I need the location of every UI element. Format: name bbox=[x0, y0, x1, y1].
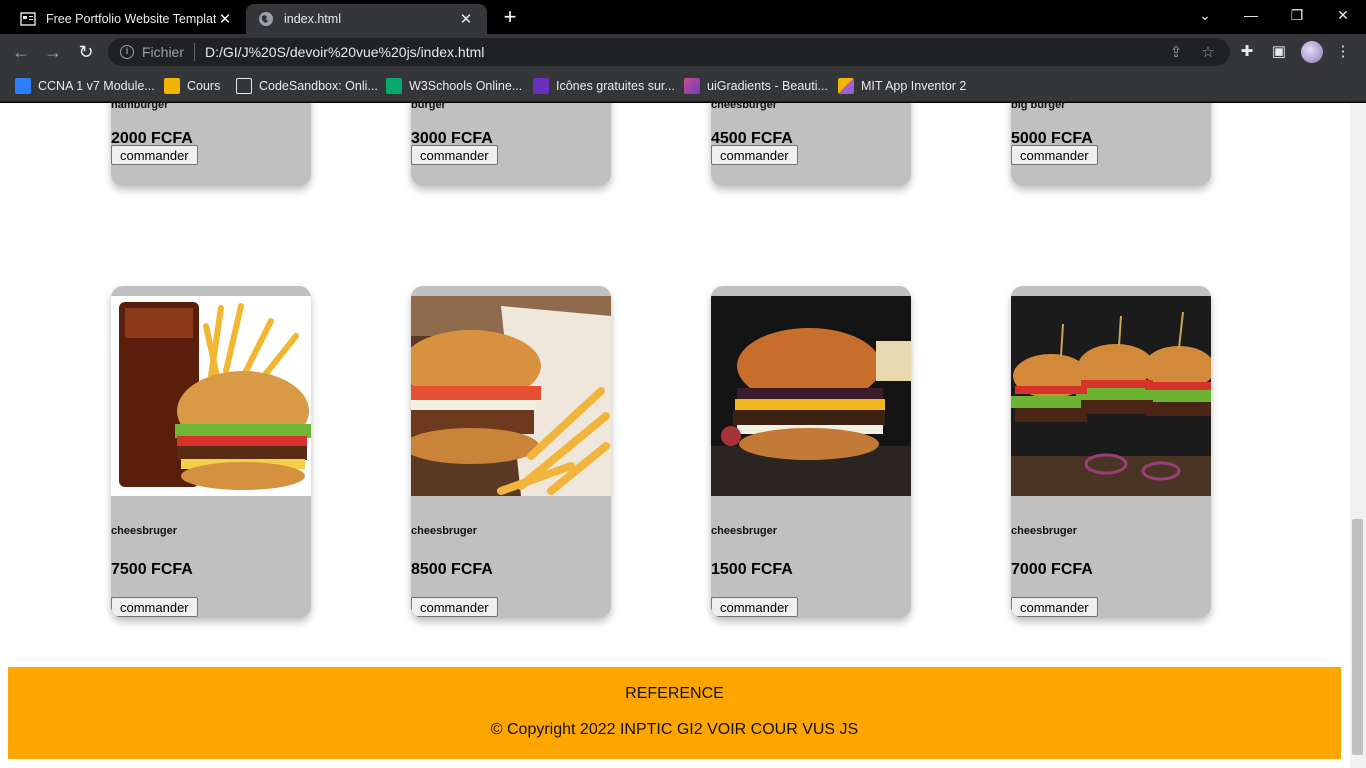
tab-index-html[interactable]: index.html ✕ bbox=[246, 4, 487, 34]
bookmark-mit-app-inventor[interactable]: MIT App Inventor 2 bbox=[838, 76, 966, 96]
bookmark-label: Icônes gratuites sur... bbox=[556, 79, 675, 93]
product-image bbox=[711, 296, 911, 496]
product-card: burger 3000 FCFA commander bbox=[411, 103, 611, 186]
product-name: big burger bbox=[1011, 103, 1066, 111]
tab-title: Free Portfolio Website Templates bbox=[46, 12, 216, 26]
globe-icon bbox=[258, 11, 274, 27]
product-name: cheesbruger bbox=[1011, 525, 1078, 537]
product-name: cheesbruger bbox=[411, 525, 478, 537]
product-price: 8500 FCFA bbox=[411, 561, 493, 578]
address-bar[interactable]: i Fichier D:/GI/J%20S/devoir%20vue%20js/… bbox=[108, 38, 1230, 66]
product-name: cheesburger bbox=[711, 103, 778, 111]
product-name: burger bbox=[411, 103, 446, 111]
bookmark-cours[interactable]: Cours bbox=[164, 76, 220, 96]
bookmark-label: CodeSandbox: Onli... bbox=[259, 79, 378, 93]
product-card: cheesbruger 1500 FCFA commander bbox=[711, 286, 911, 618]
commander-button[interactable]: commander bbox=[711, 145, 798, 165]
product-name: cheesbruger bbox=[111, 525, 178, 537]
page-icon bbox=[20, 11, 36, 27]
minimize-button[interactable]: — bbox=[1228, 0, 1274, 30]
product-price: 7000 FCFA bbox=[1011, 561, 1093, 578]
tab-title: index.html bbox=[284, 12, 341, 26]
close-window-button[interactable]: ✕ bbox=[1320, 0, 1366, 30]
page-footer: REFERENCE © Copyright 2022 INPTIC GI2 VO… bbox=[8, 667, 1341, 759]
bookmark-uigradients[interactable]: uiGradients - Beauti... bbox=[684, 76, 828, 96]
bookmark-icon bbox=[838, 78, 854, 94]
back-icon[interactable]: ← bbox=[8, 40, 34, 64]
commander-button[interactable]: commander bbox=[411, 597, 498, 617]
bookmark-icon bbox=[15, 78, 31, 94]
product-image bbox=[411, 296, 611, 496]
commander-button[interactable]: commander bbox=[711, 597, 798, 617]
new-tab-button[interactable]: + bbox=[497, 5, 523, 31]
commander-button[interactable]: commander bbox=[111, 597, 198, 617]
product-card: cheesbruger 8500 FCFA commander bbox=[411, 286, 611, 618]
bookmark-star-icon[interactable]: ☆ bbox=[1198, 43, 1218, 61]
product-name: cheesbruger bbox=[711, 525, 778, 537]
page-scrollbar[interactable] bbox=[1350, 103, 1366, 768]
product-image bbox=[1011, 296, 1211, 496]
bookmark-label: uiGradients - Beauti... bbox=[707, 79, 828, 93]
close-tab-icon[interactable]: ✕ bbox=[457, 10, 475, 28]
product-name: hamburger bbox=[111, 103, 169, 111]
commander-button[interactable]: commander bbox=[1011, 145, 1098, 165]
bookmarks-bar: CCNA 1 v7 Module... Cours CodeSandbox: O… bbox=[0, 70, 1366, 102]
product-card: cheesbruger 7000 FCFA commander bbox=[1011, 286, 1211, 618]
forward-icon[interactable]: → bbox=[40, 40, 66, 64]
menu-icon[interactable]: ⋮ bbox=[1333, 42, 1353, 62]
bookmark-icon bbox=[533, 78, 549, 94]
page-viewport: hamburger 2000 FCFA commander burger 300… bbox=[0, 103, 1350, 768]
commander-button[interactable]: commander bbox=[411, 145, 498, 165]
browser-toolbar: ← → ↻ i Fichier D:/GI/J%20S/devoir%20vue… bbox=[0, 34, 1366, 70]
bookmark-label: W3Schools Online... bbox=[409, 79, 523, 93]
product-price: 1500 FCFA bbox=[711, 561, 793, 578]
footer-reference: REFERENCE bbox=[625, 685, 724, 702]
bookmark-icon bbox=[164, 78, 180, 94]
bookmark-ccna[interactable]: CCNA 1 v7 Module... bbox=[15, 76, 155, 96]
divider bbox=[194, 43, 196, 61]
commander-button[interactable]: commander bbox=[1011, 597, 1098, 617]
info-icon[interactable]: i bbox=[120, 45, 134, 59]
footer-copyright: © Copyright 2022 INPTIC GI2 VOIR COUR VU… bbox=[490, 721, 859, 738]
product-card: cheesburger 4500 FCFA commander bbox=[711, 103, 911, 186]
bookmark-label: MIT App Inventor 2 bbox=[861, 79, 967, 93]
bookmark-icon bbox=[236, 78, 252, 94]
product-card: big burger 5000 FCFA commander bbox=[1011, 103, 1211, 186]
reload-icon[interactable]: ↻ bbox=[73, 40, 99, 64]
bookmark-icon bbox=[684, 78, 700, 94]
close-tab-icon[interactable]: ✕ bbox=[216, 10, 234, 28]
side-panel-icon[interactable]: ▣ bbox=[1269, 42, 1289, 62]
profile-avatar[interactable] bbox=[1301, 41, 1323, 63]
share-icon[interactable]: ⇪ bbox=[1166, 43, 1186, 61]
product-price: 7500 FCFA bbox=[111, 561, 193, 578]
url-scheme: Fichier bbox=[142, 44, 185, 60]
extensions-icon[interactable]: ✚ bbox=[1237, 42, 1257, 62]
tab-portfolio-templates[interactable]: Free Portfolio Website Templates ✕ bbox=[8, 4, 246, 34]
scrollbar-thumb[interactable] bbox=[1352, 519, 1363, 755]
url-text[interactable]: D:/GI/J%20S/devoir%20vue%20js/index.html bbox=[205, 44, 1166, 60]
restore-button[interactable]: ❐ bbox=[1274, 0, 1320, 30]
bookmark-icon bbox=[386, 78, 402, 94]
tab-search-icon[interactable]: ⌄ bbox=[1182, 0, 1228, 30]
product-card: hamburger 2000 FCFA commander bbox=[111, 103, 311, 186]
bookmark-label: Cours bbox=[187, 79, 221, 93]
product-card: cheesbruger 7500 FCFA commander bbox=[111, 286, 311, 618]
bookmark-codesandbox[interactable]: CodeSandbox: Onli... bbox=[236, 76, 378, 96]
product-image bbox=[111, 296, 311, 496]
bookmark-icones[interactable]: Icônes gratuites sur... bbox=[533, 76, 675, 96]
bookmark-w3schools[interactable]: W3Schools Online... bbox=[386, 76, 522, 96]
commander-button[interactable]: commander bbox=[111, 145, 198, 165]
tab-strip: Free Portfolio Website Templates ✕ index… bbox=[0, 0, 1366, 34]
bookmark-label: CCNA 1 v7 Module... bbox=[38, 79, 155, 93]
